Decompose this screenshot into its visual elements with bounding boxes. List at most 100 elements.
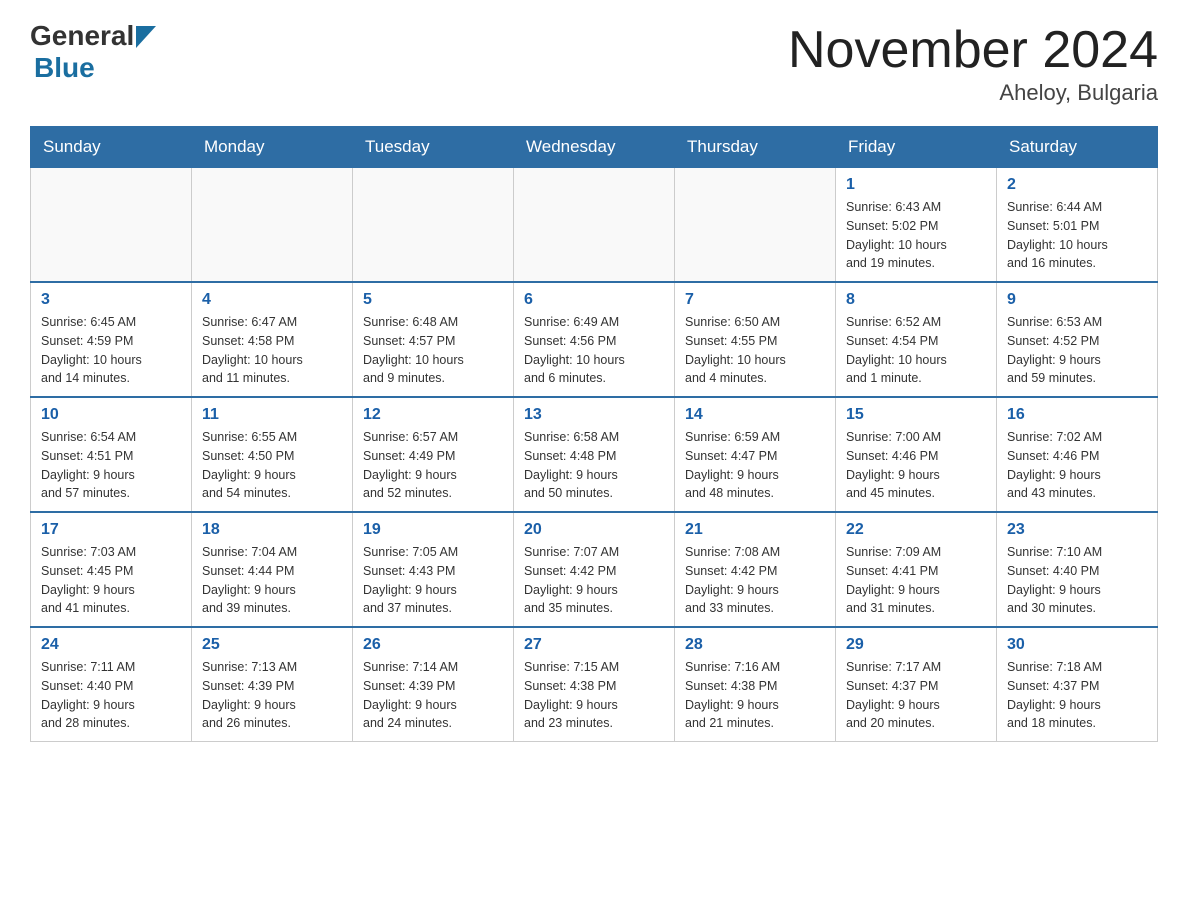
weekday-header-thursday: Thursday bbox=[675, 127, 836, 168]
day-number: 5 bbox=[363, 291, 503, 309]
day-info: Sunrise: 6:48 AM Sunset: 4:57 PM Dayligh… bbox=[363, 313, 503, 388]
day-number: 8 bbox=[846, 291, 986, 309]
day-info: Sunrise: 6:59 AM Sunset: 4:47 PM Dayligh… bbox=[685, 428, 825, 503]
day-number: 10 bbox=[41, 406, 181, 424]
calendar-cell: 8 Sunrise: 6:52 AM Sunset: 4:54 PM Daylig… bbox=[836, 282, 997, 397]
day-info: Sunrise: 7:09 AM Sunset: 4:41 PM Dayligh… bbox=[846, 543, 986, 618]
day-number: 4 bbox=[202, 291, 342, 309]
day-number: 9 bbox=[1007, 291, 1147, 309]
calendar-cell: 13Sunrise: 6:58 AM Sunset: 4:48 PM Dayli… bbox=[514, 397, 675, 512]
calendar-cell: 29 Sunrise: 7:17 AM Sunset: 4:37 PM Dayli… bbox=[836, 627, 997, 742]
calendar-cell: 4 Sunrise: 6:47 AM Sunset: 4:58 PM Daylig… bbox=[192, 282, 353, 397]
day-info: Sunrise: 6:54 AM Sunset: 4:51 PM Dayligh… bbox=[41, 428, 181, 503]
calendar-cell: 20Sunrise: 7:07 AM Sunset: 4:42 PM Dayli… bbox=[514, 512, 675, 627]
calendar-cell: 9 Sunrise: 6:53 AM Sunset: 4:52 PM Daylig… bbox=[997, 282, 1158, 397]
calendar-cell bbox=[675, 168, 836, 283]
day-number: 29 bbox=[846, 636, 986, 654]
day-info: Sunrise: 6:53 AM Sunset: 4:52 PM Dayligh… bbox=[1007, 313, 1147, 388]
calendar-cell bbox=[31, 168, 192, 283]
calendar-cell: 30 Sunrise: 7:18 AM Sunset: 4:37 PM Dayli… bbox=[997, 627, 1158, 742]
calendar-cell: 5 Sunrise: 6:48 AM Sunset: 4:57 PM Daylig… bbox=[353, 282, 514, 397]
day-number: 28 bbox=[685, 636, 825, 654]
day-info: Sunrise: 7:13 AM Sunset: 4:39 PM Dayligh… bbox=[202, 658, 342, 733]
weekday-header-sunday: Sunday bbox=[31, 127, 192, 168]
calendar-cell: 19Sunrise: 7:05 AM Sunset: 4:43 PM Dayli… bbox=[353, 512, 514, 627]
day-info: Sunrise: 7:14 AM Sunset: 4:39 PM Dayligh… bbox=[363, 658, 503, 733]
week-row-1: 1 Sunrise: 6:43 AM Sunset: 5:02 PM Daylig… bbox=[31, 168, 1158, 283]
calendar-cell bbox=[192, 168, 353, 283]
day-info: Sunrise: 6:49 AM Sunset: 4:56 PM Dayligh… bbox=[524, 313, 664, 388]
day-number: 26 bbox=[363, 636, 503, 654]
calendar: SundayMondayTuesdayWednesdayThursdayFrid… bbox=[30, 126, 1158, 742]
weekday-header-saturday: Saturday bbox=[997, 127, 1158, 168]
calendar-cell: 15 Sunrise: 7:00 AM Sunset: 4:46 PM Dayli… bbox=[836, 397, 997, 512]
day-number: 6 bbox=[524, 291, 664, 309]
weekday-header-tuesday: Tuesday bbox=[353, 127, 514, 168]
day-number: 13 bbox=[524, 406, 664, 424]
weekday-header-friday: Friday bbox=[836, 127, 997, 168]
day-info: Sunrise: 7:04 AM Sunset: 4:44 PM Dayligh… bbox=[202, 543, 342, 618]
day-info: Sunrise: 6:47 AM Sunset: 4:58 PM Dayligh… bbox=[202, 313, 342, 388]
day-number: 15 bbox=[846, 406, 986, 424]
day-number: 12 bbox=[363, 406, 503, 424]
calendar-cell bbox=[353, 168, 514, 283]
calendar-cell: 10 Sunrise: 6:54 AM Sunset: 4:51 PM Dayli… bbox=[31, 397, 192, 512]
calendar-cell: 24Sunrise: 7:11 AM Sunset: 4:40 PM Dayli… bbox=[31, 627, 192, 742]
calendar-cell: 7 Sunrise: 6:50 AM Sunset: 4:55 PM Daylig… bbox=[675, 282, 836, 397]
calendar-cell: 22 Sunrise: 7:09 AM Sunset: 4:41 PM Dayli… bbox=[836, 512, 997, 627]
day-info: Sunrise: 6:52 AM Sunset: 4:54 PM Dayligh… bbox=[846, 313, 986, 388]
title-section: November 2024 Aheloy, Bulgaria bbox=[788, 20, 1158, 106]
day-info: Sunrise: 6:50 AM Sunset: 4:55 PM Dayligh… bbox=[685, 313, 825, 388]
day-info: Sunrise: 6:43 AM Sunset: 5:02 PM Dayligh… bbox=[846, 198, 986, 273]
calendar-cell: 23 Sunrise: 7:10 AM Sunset: 4:40 PM Dayli… bbox=[997, 512, 1158, 627]
week-row-4: 17 Sunrise: 7:03 AM Sunset: 4:45 PM Dayli… bbox=[31, 512, 1158, 627]
calendar-cell bbox=[514, 168, 675, 283]
day-info: Sunrise: 7:00 AM Sunset: 4:46 PM Dayligh… bbox=[846, 428, 986, 503]
weekday-header-monday: Monday bbox=[192, 127, 353, 168]
day-number: 25 bbox=[202, 636, 342, 654]
day-info: Sunrise: 7:10 AM Sunset: 4:40 PM Dayligh… bbox=[1007, 543, 1147, 618]
logo: General Blue bbox=[30, 20, 156, 84]
day-number: 18 bbox=[202, 521, 342, 539]
week-row-5: 24Sunrise: 7:11 AM Sunset: 4:40 PM Dayli… bbox=[31, 627, 1158, 742]
calendar-cell: 26 Sunrise: 7:14 AM Sunset: 4:39 PM Dayli… bbox=[353, 627, 514, 742]
day-info: Sunrise: 7:03 AM Sunset: 4:45 PM Dayligh… bbox=[41, 543, 181, 618]
day-info: Sunrise: 6:55 AM Sunset: 4:50 PM Dayligh… bbox=[202, 428, 342, 503]
weekday-header-row: SundayMondayTuesdayWednesdayThursdayFrid… bbox=[31, 127, 1158, 168]
day-number: 3 bbox=[41, 291, 181, 309]
day-info: Sunrise: 7:16 AM Sunset: 4:38 PM Dayligh… bbox=[685, 658, 825, 733]
week-row-3: 10 Sunrise: 6:54 AM Sunset: 4:51 PM Dayli… bbox=[31, 397, 1158, 512]
day-info: Sunrise: 6:44 AM Sunset: 5:01 PM Dayligh… bbox=[1007, 198, 1147, 273]
calendar-cell: 27 Sunrise: 7:15 AM Sunset: 4:38 PM Dayli… bbox=[514, 627, 675, 742]
calendar-cell: 16Sunrise: 7:02 AM Sunset: 4:46 PM Dayli… bbox=[997, 397, 1158, 512]
day-info: Sunrise: 7:18 AM Sunset: 4:37 PM Dayligh… bbox=[1007, 658, 1147, 733]
day-number: 23 bbox=[1007, 521, 1147, 539]
week-row-2: 3 Sunrise: 6:45 AM Sunset: 4:59 PM Daylig… bbox=[31, 282, 1158, 397]
day-number: 19 bbox=[363, 521, 503, 539]
weekday-header-wednesday: Wednesday bbox=[514, 127, 675, 168]
day-info: Sunrise: 7:15 AM Sunset: 4:38 PM Dayligh… bbox=[524, 658, 664, 733]
calendar-cell: 18 Sunrise: 7:04 AM Sunset: 4:44 PM Dayli… bbox=[192, 512, 353, 627]
header: General Blue November 2024 Aheloy, Bulga… bbox=[30, 20, 1158, 106]
day-number: 21 bbox=[685, 521, 825, 539]
day-number: 7 bbox=[685, 291, 825, 309]
day-number: 30 bbox=[1007, 636, 1147, 654]
calendar-cell: 2 Sunrise: 6:44 AM Sunset: 5:01 PM Daylig… bbox=[997, 168, 1158, 283]
day-number: 1 bbox=[846, 176, 986, 194]
day-number: 22 bbox=[846, 521, 986, 539]
calendar-cell: 3 Sunrise: 6:45 AM Sunset: 4:59 PM Daylig… bbox=[31, 282, 192, 397]
calendar-cell: 21Sunrise: 7:08 AM Sunset: 4:42 PM Dayli… bbox=[675, 512, 836, 627]
day-info: Sunrise: 7:17 AM Sunset: 4:37 PM Dayligh… bbox=[846, 658, 986, 733]
day-info: Sunrise: 7:11 AM Sunset: 4:40 PM Dayligh… bbox=[41, 658, 181, 733]
day-info: Sunrise: 6:45 AM Sunset: 4:59 PM Dayligh… bbox=[41, 313, 181, 388]
calendar-cell: 14Sunrise: 6:59 AM Sunset: 4:47 PM Dayli… bbox=[675, 397, 836, 512]
calendar-cell: 1 Sunrise: 6:43 AM Sunset: 5:02 PM Daylig… bbox=[836, 168, 997, 283]
day-number: 27 bbox=[524, 636, 664, 654]
day-number: 2 bbox=[1007, 176, 1147, 194]
day-number: 17 bbox=[41, 521, 181, 539]
calendar-cell: 11Sunrise: 6:55 AM Sunset: 4:50 PM Dayli… bbox=[192, 397, 353, 512]
calendar-cell: 17 Sunrise: 7:03 AM Sunset: 4:45 PM Dayli… bbox=[31, 512, 192, 627]
location-title: Aheloy, Bulgaria bbox=[788, 80, 1158, 106]
calendar-cell: 28 Sunrise: 7:16 AM Sunset: 4:38 PM Dayli… bbox=[675, 627, 836, 742]
calendar-cell: 6 Sunrise: 6:49 AM Sunset: 4:56 PM Daylig… bbox=[514, 282, 675, 397]
